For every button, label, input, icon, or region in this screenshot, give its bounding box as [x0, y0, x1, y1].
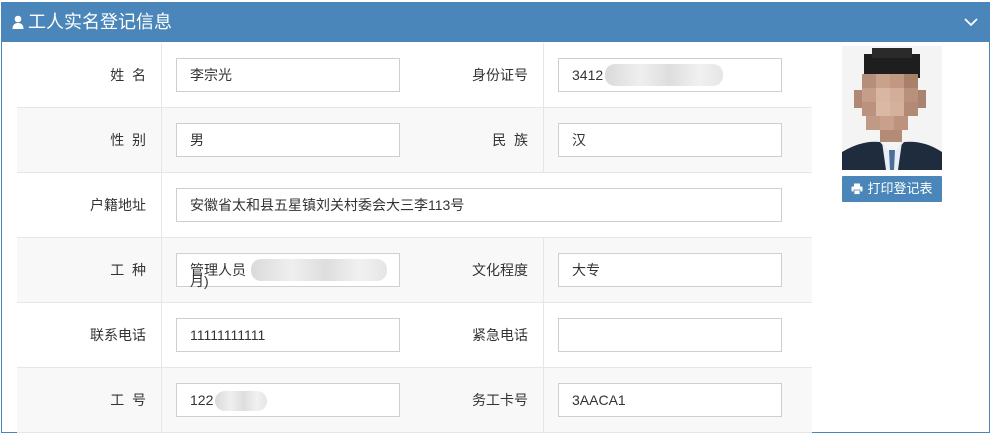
- education-field[interactable]: 大专: [558, 253, 782, 287]
- panel-header: 工人实名登记信息: [2, 3, 989, 42]
- emergency-phone-label: 紧急电话: [472, 327, 528, 343]
- education-label: 文化程度: [472, 262, 528, 278]
- form-row-address: 户籍地址 安徽省太和县五星镇刘关村委会大三李113号: [17, 173, 812, 238]
- gender-field[interactable]: 男: [176, 123, 400, 157]
- form-row-job: 工 种 管理人员 月) 文化程度 大专: [17, 238, 812, 303]
- form-row-name: 姓 名 李宗光 身份证号 3412: [17, 43, 812, 108]
- address-label: 户籍地址: [90, 197, 146, 213]
- emergency-phone-field[interactable]: [558, 318, 782, 352]
- id-number-label: 身份证号: [472, 67, 528, 83]
- worker-number-field[interactable]: 122: [176, 383, 400, 417]
- worker-info-panel: 工人实名登记信息 姓 名 李宗光 身份证号 3412 性 别 男 民 族 汉 户…: [1, 2, 990, 433]
- address-field[interactable]: 安徽省太和县五星镇刘关村委会大三李113号: [176, 188, 782, 222]
- worker-number-label: 工 号: [110, 392, 146, 408]
- job-type-overflow-text: 月): [190, 273, 209, 289]
- form-row-worker-number: 工 号 122 务工卡号 3AACA1: [17, 368, 812, 433]
- chevron-down-icon[interactable]: [963, 14, 979, 30]
- redaction-blur: [215, 391, 267, 411]
- name-field[interactable]: 李宗光: [176, 58, 400, 92]
- work-card-number-label: 务工卡号: [472, 392, 528, 408]
- avatar-image: [842, 46, 942, 170]
- form-row-gender: 性 别 男 民 族 汉: [17, 108, 812, 173]
- work-card-number-field[interactable]: 3AACA1: [558, 383, 782, 417]
- worker-number-value: 122: [190, 392, 214, 408]
- gender-label: 性 别: [110, 132, 146, 148]
- name-label: 姓 名: [110, 67, 146, 83]
- printer-icon: [851, 183, 863, 195]
- print-registration-button[interactable]: 打印登记表: [842, 176, 942, 202]
- id-number-field[interactable]: 3412: [558, 58, 782, 92]
- redaction-blur: [251, 259, 387, 281]
- phone-label: 联系电话: [90, 327, 146, 343]
- panel-title: 工人实名登记信息: [28, 12, 172, 32]
- ethnicity-field[interactable]: 汉: [558, 123, 782, 157]
- id-number-value: 3412: [572, 67, 604, 83]
- redaction-blur: [605, 64, 723, 86]
- print-button-label: 打印登记表: [867, 181, 933, 196]
- form-row-phone: 联系电话 11111111111 紧急电话: [17, 303, 812, 368]
- user-icon: [12, 15, 24, 29]
- job-type-field[interactable]: 管理人员 月): [176, 253, 400, 289]
- ethnicity-label: 民 族: [492, 132, 528, 148]
- phone-field[interactable]: 11111111111: [176, 318, 400, 352]
- job-type-label: 工 种: [110, 262, 146, 278]
- worker-photo: [842, 46, 942, 170]
